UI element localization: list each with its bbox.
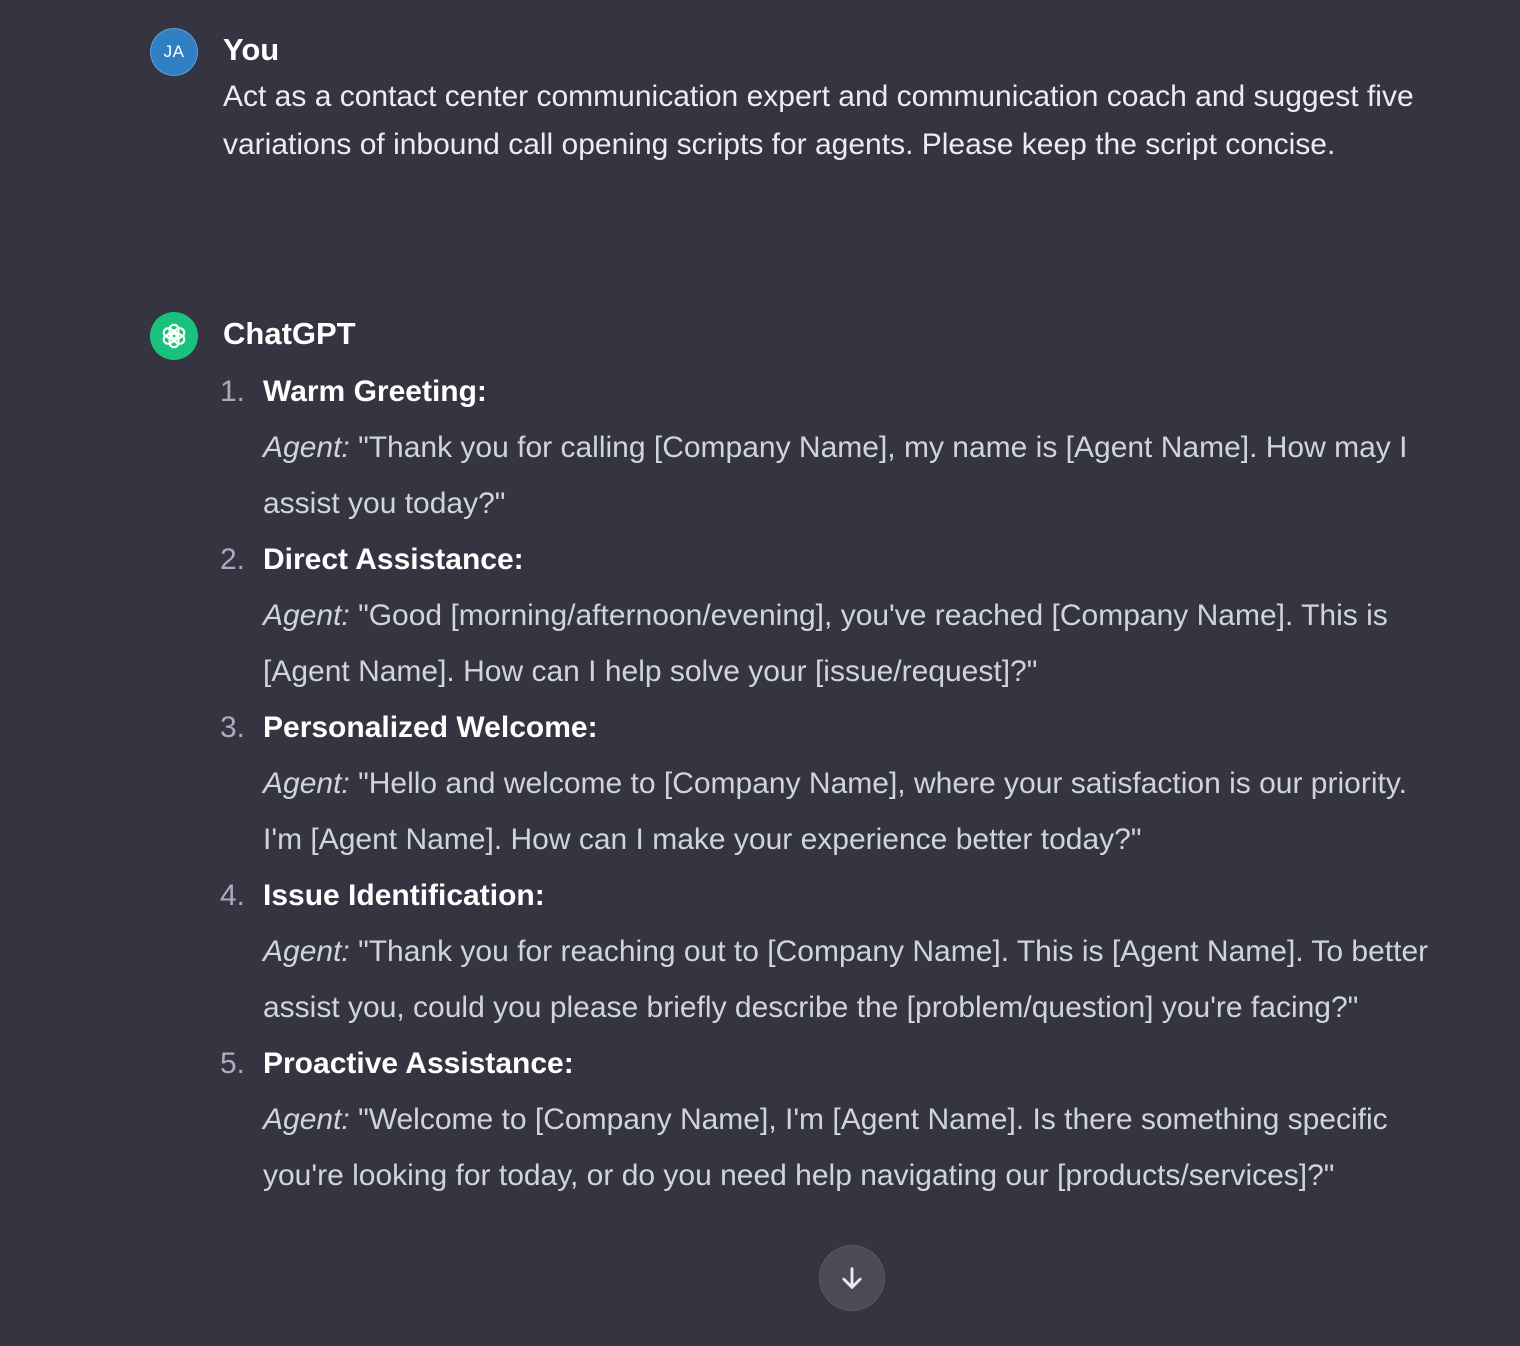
list-item-text: Agent: "Thank you for calling [Company N… <box>263 420 1450 532</box>
list-item-number: 1. <box>220 375 246 408</box>
script-list: 1. Warm Greeting: Agent: "Thank you for … <box>220 364 1450 1204</box>
agent-label: Agent: <box>263 767 350 800</box>
script-text: "Thank you for reaching out to [Company … <box>263 935 1429 1024</box>
list-item: 2. Direct Assistance: Agent: "Good [morn… <box>220 532 1450 700</box>
list-item-text: Agent: "Good [morning/afternoon/evening]… <box>263 588 1450 700</box>
script-text: "Good [morning/afternoon/evening], you'v… <box>263 599 1388 688</box>
agent-label: Agent: <box>263 935 350 968</box>
list-item-title: Proactive Assistance: <box>263 1047 574 1080</box>
assistant-author-name: ChatGPT <box>223 316 356 351</box>
list-item-title: Personalized Welcome: <box>263 711 598 744</box>
list-item-title: Issue Identification: <box>263 879 545 912</box>
script-text: "Welcome to [Company Name], I'm [Agent N… <box>263 1103 1388 1192</box>
user-message-body: You Act as a contact center communicatio… <box>223 28 1450 169</box>
list-item-number: 5. <box>220 1047 246 1080</box>
user-author-name: You <box>223 32 280 67</box>
assistant-message-body: ChatGPT 1. Warm Greeting: Agent: "Thank … <box>220 312 1450 1204</box>
arrow-down-icon <box>842 1267 862 1289</box>
user-message: JA You Act as a contact center communica… <box>150 28 1450 169</box>
list-item-title: Warm Greeting: <box>263 375 487 408</box>
script-text: "Hello and welcome to [Company Name], wh… <box>263 767 1407 856</box>
list-item: 5. Proactive Assistance: Agent: "Welcome… <box>220 1036 1450 1204</box>
list-item-number: 4. <box>220 879 246 912</box>
agent-label: Agent: <box>263 431 350 464</box>
list-item-text: Agent: "Thank you for reaching out to [C… <box>263 924 1450 1036</box>
list-item: 4. Issue Identification: Agent: "Thank y… <box>220 868 1450 1036</box>
list-item-title: Direct Assistance: <box>263 543 524 576</box>
user-avatar: JA <box>150 28 198 76</box>
scroll-to-bottom-button[interactable] <box>819 1245 885 1311</box>
user-avatar-initials: JA <box>163 42 185 61</box>
user-message-text: Act as a contact center communication ex… <box>223 80 1414 161</box>
agent-label: Agent: <box>263 599 350 632</box>
openai-logo-icon <box>150 312 198 360</box>
list-item-text: Agent: "Welcome to [Company Name], I'm [… <box>263 1092 1450 1204</box>
list-item-number: 2. <box>220 543 246 576</box>
list-item: 1. Warm Greeting: Agent: "Thank you for … <box>220 364 1450 532</box>
agent-label: Agent: <box>263 1103 350 1136</box>
script-text: "Thank you for calling [Company Name], m… <box>263 431 1408 520</box>
assistant-message: ChatGPT 1. Warm Greeting: Agent: "Thank … <box>150 312 1450 1204</box>
list-item: 3. Personalized Welcome: Agent: "Hello a… <box>220 700 1450 868</box>
list-item-text: Agent: "Hello and welcome to [Company Na… <box>263 756 1450 868</box>
list-item-number: 3. <box>220 711 246 744</box>
